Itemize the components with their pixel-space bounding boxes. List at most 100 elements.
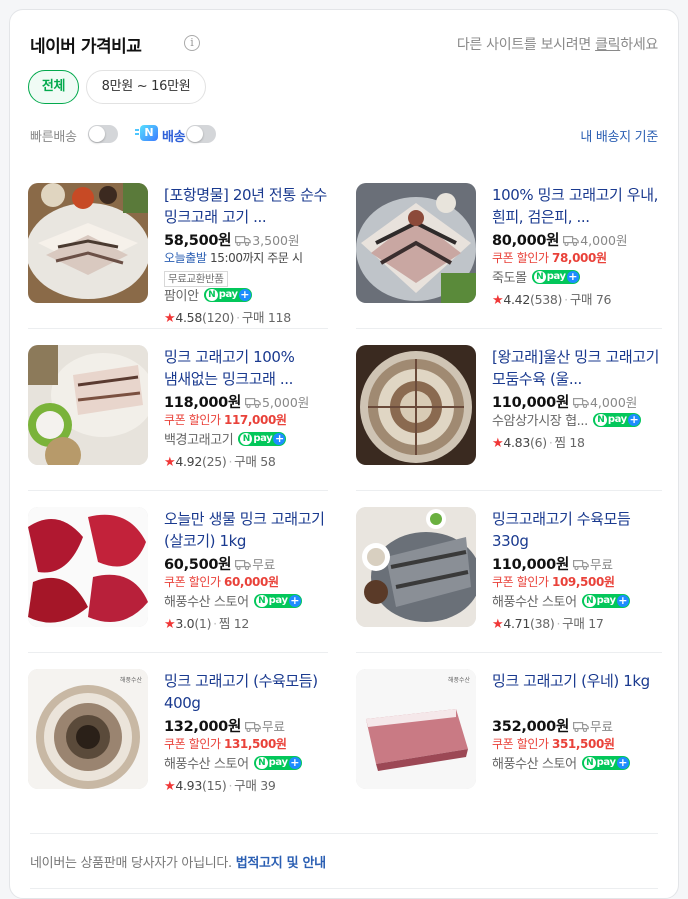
delivery-toggles: 빠른배송 N 배송 내 배송지 기준 xyxy=(30,123,658,145)
seller-row: 백경고래고기 Npay + xyxy=(164,430,332,451)
filter-chip-all[interactable]: 전체 xyxy=(28,70,79,104)
page-title: 네이버 가격비교 xyxy=(30,37,142,57)
other-site-prefix: 다른 사이트를 보시려면 xyxy=(456,37,596,53)
seller-name[interactable]: 팜이안 xyxy=(164,289,199,304)
product-name[interactable]: 밍크 고래고기 (수육모듬) 400g xyxy=(164,670,332,714)
product-thumbnail[interactable] xyxy=(356,507,476,627)
truck-icon xyxy=(235,558,252,571)
seller-name[interactable]: 수암상가시장 협... xyxy=(492,414,588,429)
free-return-tag: 무료교환반품 xyxy=(164,271,228,287)
product-price: 80,000원 xyxy=(492,233,560,249)
product-price: 60,500원 xyxy=(164,557,232,573)
npay-delivery-toggle[interactable] xyxy=(186,125,216,143)
product-thumbnail[interactable] xyxy=(356,345,476,465)
rating-count: (538) xyxy=(530,292,563,307)
product-name[interactable]: 밍크 고래고기 (우네) 1kg xyxy=(492,670,660,714)
npay-badge: Npay + xyxy=(531,270,580,284)
product-card[interactable]: 해풍수산 밍크 고래고기 (우네) 1kg 352,000원 무료 쿠폰 할인가 35… xyxy=(356,653,656,815)
svg-text:해풍수산: 해풍수산 xyxy=(120,676,143,684)
npay-n-icon: N xyxy=(533,271,546,283)
npay-plus-icon: + xyxy=(288,594,301,607)
today-shipping-label: 오늘출발 xyxy=(164,251,207,265)
npay-text: pay xyxy=(268,595,288,606)
rating-row: ★4.42(538) · 구매 76 xyxy=(492,289,660,310)
product-name[interactable]: 100% 밍크 고래고기 우내, 흰피, 검은피, ... xyxy=(492,184,660,228)
tag-row: 무료교환반품 xyxy=(164,267,332,287)
sales-count: 찜 12 xyxy=(218,616,250,631)
product-info: 밍크 고래고기 (수육모듬) 400g 132,000원 무료 쿠폰 할인가 131,… xyxy=(164,670,332,796)
npay-badge: Npay + xyxy=(592,413,641,427)
product-thumbnail[interactable]: 해풍수산 xyxy=(356,669,476,789)
product-card[interactable]: [왕고래]울산 밍크 고래고기 모둠수육 (울... 110,000원 4,000원… xyxy=(356,329,659,491)
star-icon: ★ xyxy=(164,617,176,632)
price-row: 110,000원 무료 xyxy=(492,553,660,573)
seller-row: 해풍수산 스토어 Npay + xyxy=(492,592,660,613)
npay-n-icon: N xyxy=(583,757,596,769)
product-card[interactable]: 밍크고래고기 수육모듬 330g 110,000원 무료 쿠폰 할인가 109,500… xyxy=(356,491,656,653)
product-name[interactable]: 오늘만 생물 밍크 고래고기 (살코기) 1kg xyxy=(164,508,332,552)
coupon-row: 쿠폰 할인가 351,500원 xyxy=(492,735,660,754)
npay-n-icon: N xyxy=(255,757,268,769)
seller-name[interactable]: 해풍수산 스토어 xyxy=(164,595,249,610)
npay-n-icon: N xyxy=(583,595,596,607)
price-row: 80,000원 4,000원 xyxy=(492,229,660,249)
product-name[interactable]: [포항명물] 20년 전통 순수 밍크고래 고기 ... xyxy=(164,184,332,228)
seller-name[interactable]: 해풍수산 스토어 xyxy=(492,595,577,610)
star-icon: ★ xyxy=(492,436,504,451)
product-info: 밍크 고래고기 (우네) 1kg 352,000원 무료 쿠폰 할인가 351,500… xyxy=(492,670,660,775)
product-card[interactable]: [포항명물] 20년 전통 순수 밍크고래 고기 ... 58,500원 3,500… xyxy=(28,167,328,329)
product-thumbnail[interactable]: 해풍수산 xyxy=(28,669,148,789)
legal-notice-link[interactable]: 법적고지 및 안내 xyxy=(236,856,326,871)
seller-name[interactable]: 해풍수산 스토어 xyxy=(492,757,577,772)
today-shipping-row: 오늘출발 15:00까지 주문 시 xyxy=(164,249,332,267)
separator-dot: · xyxy=(213,616,217,631)
seller-name[interactable]: 백경고래고기 xyxy=(164,433,234,448)
product-price: 132,000원 xyxy=(164,719,241,735)
my-delivery-link[interactable]: 내 배송지 기준 xyxy=(580,126,658,145)
seller-row: 해풍수산 스토어 Npay + xyxy=(492,754,660,775)
coupon-row: 쿠폰 할인가 60,000원 xyxy=(164,573,332,592)
npay-badge: Npay + xyxy=(581,594,630,608)
price-row: 352,000원 무료 xyxy=(492,715,660,735)
product-thumbnail[interactable] xyxy=(28,345,148,465)
product-thumbnail[interactable] xyxy=(28,183,148,303)
product-name[interactable]: [왕고래]울산 밍크 고래고기 모둠수육 (울... xyxy=(492,346,660,390)
coupon-price: 131,500원 xyxy=(224,737,287,751)
header: 네이버 가격비교 i 다른 사이트를 보시려면 클릭하세요 xyxy=(30,32,658,62)
seller-row: 해풍수산 스토어 Npay + xyxy=(164,754,332,775)
truck-icon xyxy=(572,720,589,733)
rating-row: ★4.71(38) · 구매 17 xyxy=(492,613,660,634)
fast-delivery-toggle[interactable] xyxy=(88,125,118,143)
info-icon[interactable]: i xyxy=(184,35,200,51)
rating-value: 4.71 xyxy=(503,616,530,631)
rating-row: ★4.58(120) · 구매 118 xyxy=(164,307,332,328)
product-name[interactable]: 밍크 고래고기 100% 냄새없는 밍크고래 ... xyxy=(164,346,332,390)
product-card[interactable]: 100% 밍크 고래고기 우내, 흰피, 검은피, ... 80,000원 4,00… xyxy=(356,167,658,329)
seller-name[interactable]: 죽도몰 xyxy=(492,271,527,286)
seller-name[interactable]: 해풍수산 스토어 xyxy=(164,757,249,772)
sales-count: 구매 58 xyxy=(234,454,276,469)
product-thumbnail[interactable] xyxy=(356,183,476,303)
product-price: 110,000원 xyxy=(492,557,569,573)
star-icon: ★ xyxy=(164,455,176,470)
npay-n-icon: N xyxy=(240,433,253,445)
shipping-fee: 무료 xyxy=(261,719,285,734)
coupon-label: 쿠폰 할인가 xyxy=(492,575,553,589)
product-card[interactable]: 밍크 고래고기 100% 냄새없는 밍크고래 ... 118,000원 5,000원… xyxy=(28,329,328,491)
product-card[interactable]: 오늘만 생물 밍크 고래고기 (살코기) 1kg 60,500원 무료 쿠폰 할인가 … xyxy=(28,491,328,653)
product-info: [왕고래]울산 밍크 고래고기 모둠수육 (울... 110,000원 4,000원… xyxy=(492,346,660,453)
coupon-price: 117,000원 xyxy=(224,413,287,427)
other-site-link[interactable]: 클릭 xyxy=(595,37,620,53)
truck-icon xyxy=(572,558,589,571)
sales-count: 구매 39 xyxy=(234,778,276,793)
footer-divider xyxy=(30,833,658,834)
product-info: 오늘만 생물 밍크 고래고기 (살코기) 1kg 60,500원 무료 쿠폰 할인가 … xyxy=(164,508,332,634)
npay-badge: Npay + xyxy=(581,756,630,770)
rating-row: ★4.83(6) · 찜 18 xyxy=(492,432,660,453)
price-compare-card: 네이버 가격비교 i 다른 사이트를 보시려면 클릭하세요 전체 8만원 ~ 1… xyxy=(9,9,679,899)
product-card[interactable]: 해풍수산 밍크 고래고기 (수육모듬) 400g 132,000원 무료 쿠폰 할인가… xyxy=(28,653,328,815)
product-thumbnail[interactable] xyxy=(28,507,148,627)
product-name[interactable]: 밍크고래고기 수육모듬 330g xyxy=(492,508,660,552)
filter-chip-price-range[interactable]: 8만원 ~ 16만원 xyxy=(86,70,206,104)
fast-delivery-label: 빠른배송 xyxy=(30,130,77,145)
